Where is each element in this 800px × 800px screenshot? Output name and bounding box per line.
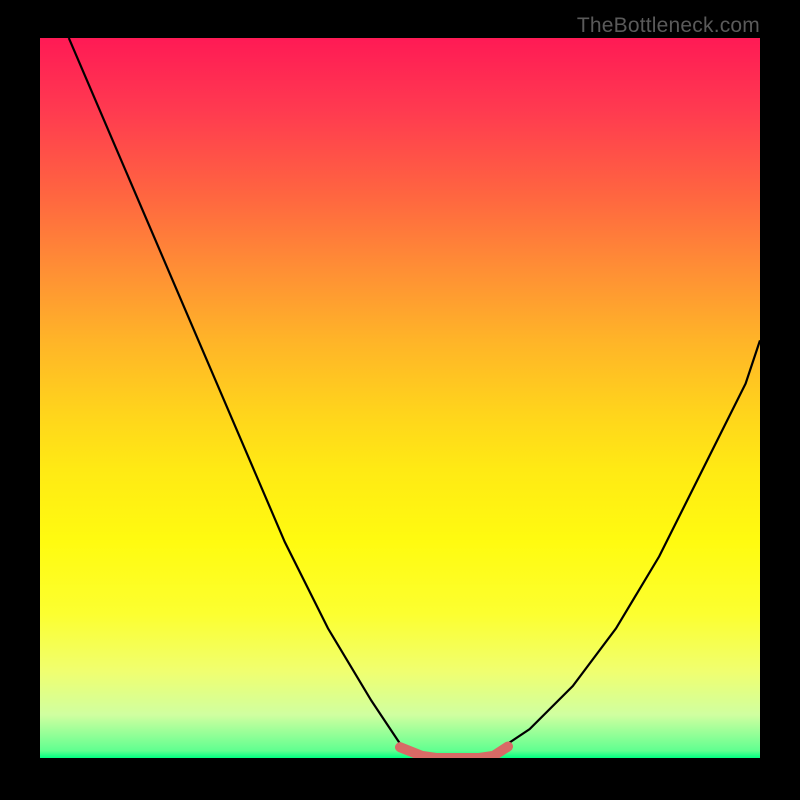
watermark-text: TheBottleneck.com: [577, 14, 760, 38]
chart-container: TheBottleneck.com: [0, 0, 800, 800]
right-ascent-line: [486, 340, 760, 758]
left-descent-line: [69, 38, 429, 758]
curve-layer: [40, 38, 760, 758]
bottom-marker: [400, 747, 508, 759]
plot-area: [40, 38, 760, 758]
